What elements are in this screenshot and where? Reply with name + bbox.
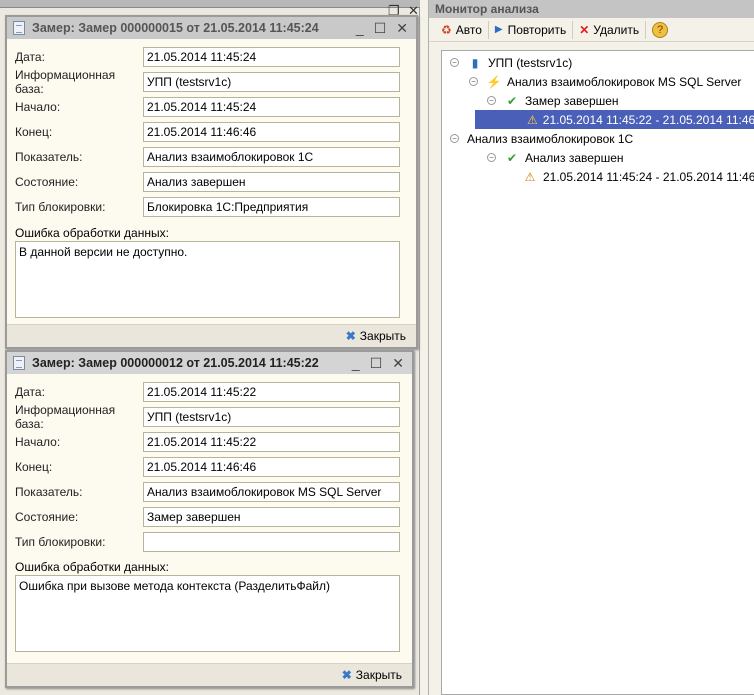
maximize-icon[interactable]: ☐ (374, 20, 387, 37)
collapse-icon[interactable]: − (487, 153, 496, 162)
start-label: Начало: (15, 435, 61, 449)
window-footer: ✖ Закрыть (7, 324, 416, 347)
tree-node-analysis-done[interactable]: − ✔ Анализ завершен (487, 148, 624, 167)
window-titlebar[interactable]: Замер: Замер 000000012 от 21.05.2014 11:… (7, 352, 412, 374)
play-icon: ▶ (494, 24, 503, 35)
start-field[interactable]: 21.05.2014 11:45:22 (143, 432, 400, 452)
sql-analysis-icon: ⚡ (486, 74, 502, 89)
date-field[interactable]: 21.05.2014 11:45:22 (143, 382, 400, 402)
close-button[interactable]: Закрыть (360, 329, 406, 343)
warning-icon: ⚠ (527, 112, 538, 127)
auto-label: Авто (455, 22, 482, 37)
delete-label: Удалить (593, 22, 640, 37)
node-label: 21.05.2014 11:45:24 - 21.05.2014 11:46:4… (543, 169, 754, 184)
analysis-done-icon: ✔ (506, 150, 518, 165)
node-label: Замер завершен (525, 93, 619, 108)
minimize-icon[interactable]: _ (356, 20, 364, 37)
lock-type-label: Тип блокировки: (15, 200, 106, 214)
infobase-label: Информационная база: (15, 403, 116, 431)
tree-node-sql-analysis[interactable]: − ⚡ Анализ взаимоблокировок MS SQL Server (469, 72, 741, 91)
auto-button[interactable]: ♻ Авто (435, 20, 489, 39)
close-x-icon: ✖ (341, 668, 352, 682)
collapse-icon[interactable]: − (469, 77, 478, 86)
date-label: Дата: (15, 50, 45, 64)
database-icon: ▮ (471, 55, 479, 70)
start-label: Начало: (15, 100, 61, 114)
date-label: Дата: (15, 385, 45, 399)
state-field[interactable]: Замер завершен (143, 507, 400, 527)
end-label: Конец: (15, 125, 53, 139)
window-footer: ✖ Закрыть (7, 663, 412, 686)
infobase-field[interactable]: УПП (testsrv1c) (143, 72, 400, 92)
window-title: Замер: Замер 000000012 от 21.05.2014 11:… (32, 356, 319, 370)
panel-title: Монитор анализа (429, 0, 754, 18)
state-field[interactable]: Анализ завершен (143, 172, 400, 192)
collapse-icon[interactable]: − (450, 58, 459, 67)
maximize-icon[interactable]: ☐ (370, 355, 383, 372)
error-label: Ошибка обработки данных: (15, 226, 169, 240)
infobase-label: Информационная база: (15, 68, 116, 96)
window-titlebar[interactable]: Замер: Замер 000000015 от 21.05.2014 11:… (7, 17, 416, 39)
indicator-field[interactable]: Анализ взаимоблокировок 1С (143, 147, 400, 167)
measure-done-icon: ✔ (506, 93, 518, 108)
document-icon (13, 21, 25, 35)
measure-window-12: Замер: Замер 000000012 от 21.05.2014 11:… (5, 350, 414, 688)
tree-node-1c-analysis[interactable]: − Анализ взаимоблокировок 1С (450, 129, 633, 148)
node-label: Анализ взаимоблокировок MS SQL Server (507, 74, 742, 89)
node-label: Анализ взаимоблокировок 1С (467, 131, 634, 146)
measure-window-15: Замер: Замер 000000015 от 21.05.2014 11:… (5, 15, 418, 349)
state-label: Состояние: (15, 175, 79, 189)
analysis-monitor-panel: Монитор анализа ♻ Авто ▶ Повторить ✕ Удалит… (428, 0, 754, 695)
collapse-icon[interactable]: − (487, 96, 496, 105)
error-label: Ошибка обработки данных: (15, 560, 169, 574)
infobase-field[interactable]: УПП (testsrv1c) (143, 407, 400, 427)
repeat-label: Повторить (507, 22, 567, 37)
lock-type-label: Тип блокировки: (15, 535, 106, 549)
end-label: Конец: (15, 460, 53, 474)
collapse-icon[interactable]: − (450, 134, 459, 143)
indicator-label: Показатель: (15, 485, 83, 499)
state-label: Состояние: (15, 510, 79, 524)
close-icon[interactable]: ✕ (396, 20, 408, 37)
document-icon (13, 356, 25, 370)
node-label: Анализ завершен (525, 150, 624, 165)
help-button[interactable]: ? (646, 21, 674, 39)
tree-node-measure-12[interactable]: ⚠ 21.05.2014 11:45:22 - 21.05.2014 11:46:… (475, 110, 754, 129)
delete-icon: ✕ (579, 22, 590, 37)
date-field[interactable]: 21.05.2014 11:45:24 (143, 47, 400, 67)
background-titlebar (0, 0, 420, 8)
start-field[interactable]: 21.05.2014 11:45:24 (143, 97, 400, 117)
tree-node-measure-15[interactable]: ⚠ 21.05.2014 11:45:24 - 21.05.2014 11:46:… (522, 167, 754, 186)
indicator-field[interactable]: Анализ взаимоблокировок MS SQL Server (143, 482, 400, 502)
toolbar: ♻ Авто ▶ Повторить ✕ Удалить ? (429, 18, 754, 42)
error-textarea[interactable]: Ошибка при вызове метода контекста (Разд… (15, 575, 400, 652)
minimize-icon[interactable]: _ (352, 355, 360, 372)
lock-type-field[interactable]: Блокировка 1С:Предприятия (143, 197, 400, 217)
tree-node-infobase[interactable]: − ▮ УПП (testsrv1c) (450, 53, 572, 72)
warning-icon: ⚠ (524, 169, 536, 184)
analysis-tree[interactable]: − ▮ УПП (testsrv1c) − ⚡ Анализ взаимоблокиро… (441, 50, 754, 695)
window-title: Замер: Замер 000000015 от 21.05.2014 11:… (32, 21, 319, 35)
end-field[interactable]: 21.05.2014 11:46:46 (143, 457, 400, 477)
delete-button[interactable]: ✕ Удалить (573, 20, 647, 39)
lock-type-field[interactable] (143, 532, 400, 552)
error-textarea[interactable]: В данной версии не доступно. (15, 241, 400, 318)
indicator-label: Показатель: (15, 150, 83, 164)
close-button[interactable]: Закрыть (356, 668, 402, 682)
node-label: УПП (testsrv1c) (488, 55, 573, 70)
help-icon: ? (652, 21, 669, 38)
repeat-button[interactable]: ▶ Повторить (489, 20, 574, 39)
node-label: 21.05.2014 11:45:22 - 21.05.2014 11:46:4… (542, 112, 754, 127)
tree-node-measure-done[interactable]: − ✔ Замер завершен (487, 91, 619, 110)
end-field[interactable]: 21.05.2014 11:46:46 (143, 122, 400, 142)
close-icon[interactable]: ✕ (392, 355, 404, 372)
close-x-icon: ✖ (345, 329, 356, 343)
refresh-icon: ♻ (441, 22, 452, 37)
